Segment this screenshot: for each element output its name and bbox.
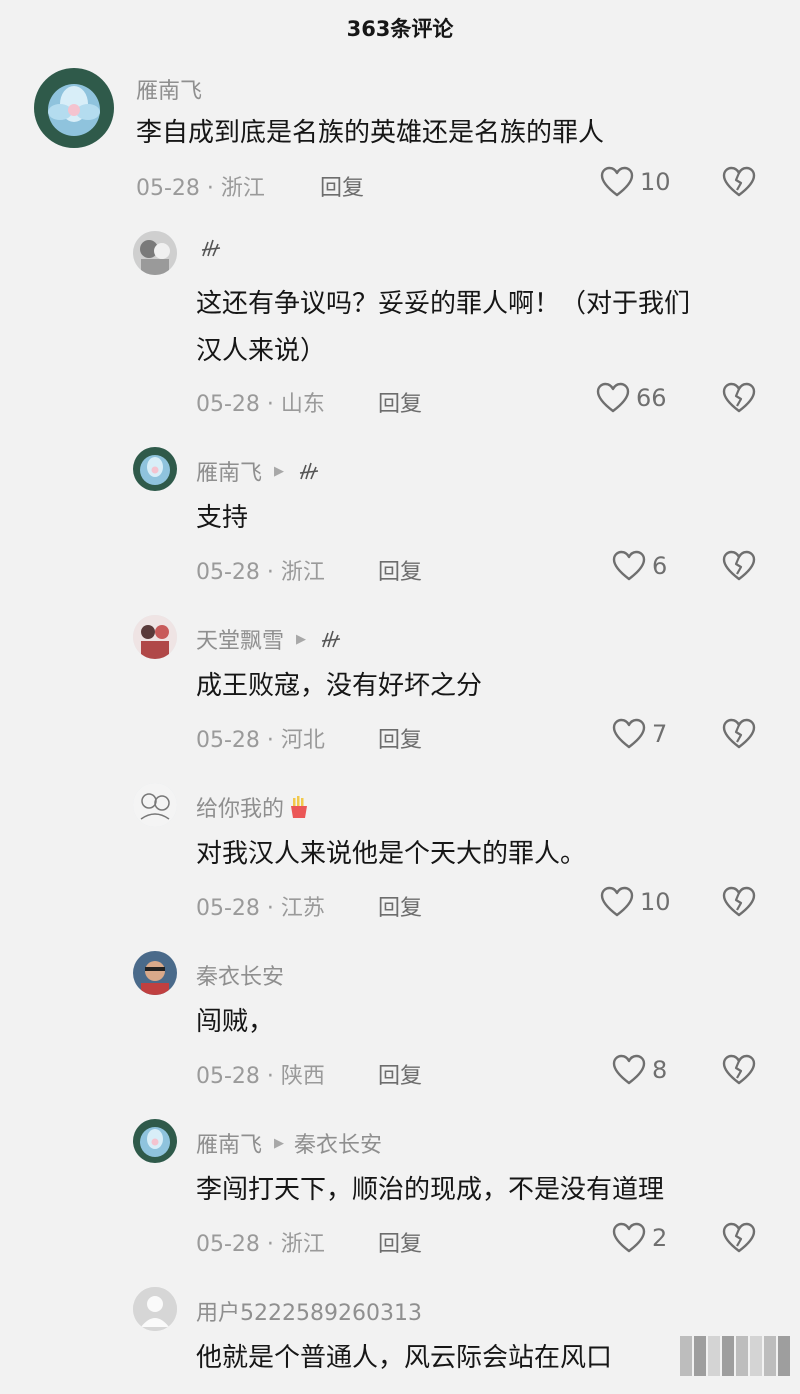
triangle-right-icon: ▶: [274, 463, 285, 479]
like-count: 6: [652, 552, 668, 580]
broken-heart-icon: [722, 550, 756, 581]
like-count: 2: [652, 1224, 668, 1252]
comment-text: 支持: [196, 503, 249, 533]
like-button[interactable]: 8: [612, 1054, 667, 1086]
comment-meta: 05-28 · 江苏: [196, 896, 325, 921]
heart-outline-icon: [612, 1054, 646, 1085]
dislike-button[interactable]: [722, 886, 756, 918]
comment-text: 对我汉人来说他是个天大的罪人。: [196, 839, 587, 869]
reply-button[interactable]: 回复: [378, 1226, 422, 1258]
broken-heart-icon: [722, 1222, 756, 1253]
username-row: 雁南飞: [136, 73, 202, 105]
dislike-button[interactable]: [722, 382, 756, 414]
reply-button[interactable]: 回复: [378, 722, 422, 754]
like-button[interactable]: 7: [612, 718, 667, 750]
username-row: 给你我的: [196, 791, 310, 823]
like-count: 10: [640, 888, 671, 916]
like-button[interactable]: 10: [600, 166, 671, 198]
heart-outline-icon: [596, 382, 630, 413]
like-count: 66: [636, 384, 667, 412]
heart-outline-icon: [600, 166, 634, 197]
heart-outline-icon: [612, 718, 646, 749]
user-logo-icon: [320, 627, 342, 651]
like-button[interactable]: 6: [612, 550, 667, 582]
dislike-button[interactable]: [722, 718, 756, 750]
reply-button[interactable]: 回复: [378, 1058, 422, 1090]
heart-outline-icon: [600, 886, 634, 917]
broken-heart-icon: [722, 886, 756, 917]
triangle-right-icon: ▶: [296, 631, 307, 647]
comment-text: 闯贼，: [196, 1007, 275, 1037]
reply-to-username[interactable]: 秦衣长安: [294, 1127, 382, 1159]
username[interactable]: 给你我的: [196, 791, 284, 823]
avatar[interactable]: [133, 783, 177, 827]
like-count: 10: [640, 168, 671, 196]
comment-text: 成王败寇，没有好坏之分: [196, 671, 483, 701]
comment-meta: 05-28 · 浙江: [196, 560, 325, 585]
reply-button[interactable]: 回复: [378, 386, 422, 418]
comment-text: 这还有争议吗？妥妥的罪人啊！（对于我们: [196, 289, 691, 319]
comment-text-line2: 汉人来说）: [196, 336, 327, 366]
broken-heart-icon: [722, 718, 756, 749]
comment-meta: 05-28 · 河北: [196, 728, 325, 753]
comment-meta: 05-28 · 山东: [196, 392, 325, 417]
like-button[interactable]: 66: [596, 382, 667, 414]
broken-heart-icon: [722, 166, 756, 197]
reply-button[interactable]: 回复: [320, 170, 364, 202]
reply-button[interactable]: 回复: [378, 890, 422, 922]
blurred-watermark: [680, 1336, 790, 1376]
dislike-button[interactable]: [722, 1054, 756, 1086]
heart-outline-icon: [612, 550, 646, 581]
avatar[interactable]: [34, 68, 114, 148]
broken-heart-icon: [722, 1054, 756, 1085]
avatar[interactable]: [133, 1287, 177, 1331]
dislike-button[interactable]: [722, 1222, 756, 1254]
dislike-button[interactable]: [722, 550, 756, 582]
username[interactable]: 雁南飞: [196, 455, 262, 487]
comment-meta: 05-28 · 浙江: [136, 176, 265, 201]
avatar[interactable]: [133, 615, 177, 659]
avatar[interactable]: [133, 231, 177, 275]
comment-text: 李自成到底是名族的英雄还是名族的罪人: [136, 118, 605, 148]
comment-text: 他就是个普通人，风云际会站在风口: [196, 1343, 613, 1373]
like-count: 8: [652, 1056, 668, 1084]
like-count: 7: [652, 720, 668, 748]
username-row: 秦衣长安: [196, 959, 284, 991]
like-button[interactable]: 10: [600, 886, 671, 918]
username[interactable]: 雁南飞: [196, 1127, 262, 1159]
username-row: 雁南飞 ▶ 秦衣长安: [196, 1127, 382, 1159]
triangle-right-icon: ▶: [274, 1135, 285, 1151]
username-row: [196, 236, 222, 260]
username-row: 用户5222589260313: [196, 1295, 422, 1327]
comment-text: 李闯打天下，顺治的现成，不是没有道理: [196, 1175, 665, 1205]
broken-heart-icon: [722, 382, 756, 413]
username-row: 天堂飘雪 ▶: [196, 623, 342, 655]
username-row: 雁南飞 ▶: [196, 455, 320, 487]
dislike-button[interactable]: [722, 166, 756, 198]
comment-meta: 05-28 · 陕西: [196, 1064, 325, 1089]
username[interactable]: 天堂飘雪: [196, 623, 284, 655]
reply-button[interactable]: 回复: [378, 554, 422, 586]
avatar[interactable]: [133, 951, 177, 995]
username[interactable]: 用户5222589260313: [196, 1295, 422, 1327]
comment-meta: 05-28 · 浙江: [196, 1232, 325, 1257]
user-logo-icon: [298, 459, 320, 483]
username[interactable]: 雁南飞: [136, 73, 202, 105]
user-logo-icon: [200, 236, 222, 260]
heart-outline-icon: [612, 1222, 646, 1253]
comments-header: 363条评论: [346, 17, 454, 41]
avatar[interactable]: [133, 447, 177, 491]
avatar[interactable]: [133, 1119, 177, 1163]
fries-emoji-icon: [288, 795, 310, 819]
like-button[interactable]: 2: [612, 1222, 667, 1254]
username[interactable]: 秦衣长安: [196, 959, 284, 991]
